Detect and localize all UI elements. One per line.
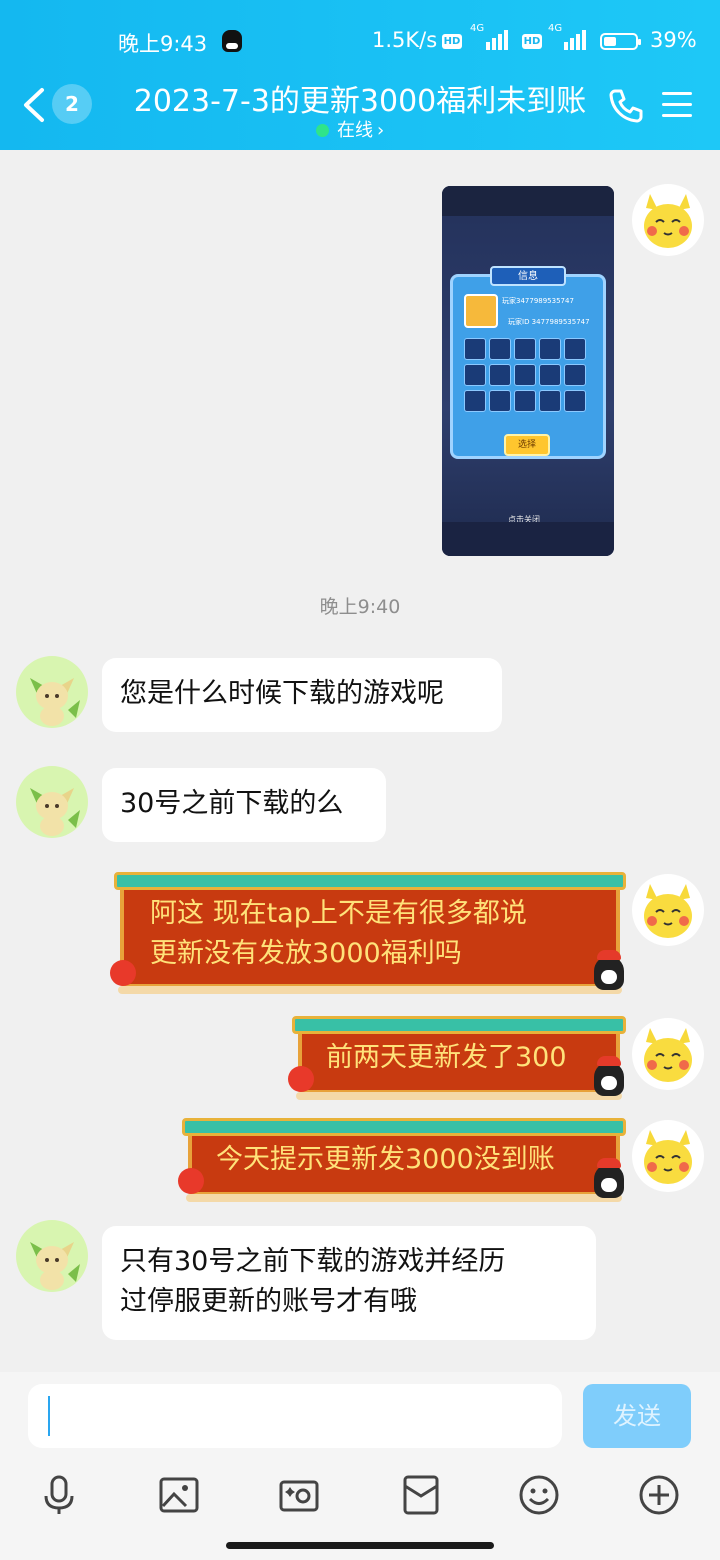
firecracker-decoration-icon	[178, 1168, 204, 1194]
camera-icon[interactable]	[278, 1474, 320, 1516]
message-bubble[interactable]: 只有30号之前下载的游戏并经历 过停服更新的账号才有哦	[102, 1226, 596, 1340]
message-timestamp: 晚上9:40	[319, 596, 401, 618]
avatar[interactable]	[16, 656, 88, 728]
message-text-line: 只有30号之前下载的游戏并经历	[120, 1246, 506, 1277]
send-button[interactable]: 发送	[583, 1384, 691, 1448]
penguin-decoration-icon	[594, 1056, 624, 1096]
hd-volte-icon: HD	[442, 34, 462, 49]
game-avatar-grid	[464, 338, 592, 416]
bubble-frame-top	[114, 872, 626, 890]
status-bar: 晚上9:43 1.5K/s HD 4G HD 4G 39%	[0, 23, 720, 60]
game-player-avatar	[464, 294, 498, 328]
pikachu-avatar-icon	[644, 1028, 692, 1082]
home-indicator[interactable]	[226, 1542, 494, 1549]
bubble-frame-bottom	[118, 986, 622, 994]
hd-volte-icon: HD	[522, 34, 542, 49]
message-text: 前两天更新发了300	[326, 1042, 567, 1073]
message-text: 今天提示更新发3000没到账	[216, 1144, 555, 1175]
message-bubble[interactable]: 您是什么时候下载的游戏呢	[102, 658, 502, 732]
leafeon-avatar-icon	[30, 1242, 80, 1290]
unread-count-badge[interactable]: 2	[52, 84, 92, 124]
avatar[interactable]	[632, 874, 704, 946]
back-arrow-icon[interactable]	[20, 86, 50, 124]
decorated-message-bubble[interactable]: 今天提示更新发3000没到账	[178, 1118, 626, 1202]
text-cursor	[48, 1396, 50, 1436]
game-bottom-bar	[442, 522, 614, 556]
leafeon-avatar-icon	[30, 788, 80, 836]
penguin-decoration-icon	[594, 950, 624, 990]
online-dot-icon	[316, 124, 329, 137]
chat-title[interactable]: 2023-7-3的更新3000福利未到账	[110, 76, 610, 120]
firecracker-decoration-icon	[288, 1066, 314, 1092]
signal-network-label: 4G	[548, 23, 563, 34]
battery-percent: 39%	[650, 28, 697, 52]
chevron-right-icon: ›	[377, 120, 385, 141]
signal-network-label: 4G	[470, 23, 485, 34]
pikachu-avatar-icon	[644, 1130, 692, 1184]
game-player-id: 玩家ID 3477989535747	[508, 318, 590, 326]
presence-status[interactable]: 在线 ›	[316, 116, 384, 142]
decorated-message-bubble[interactable]: 阿这 现在tap上不是有很多都说 更新没有发放3000福利吗	[110, 872, 626, 994]
battery-icon	[600, 33, 641, 50]
image-message[interactable]: 信息 玩家3477989535747 玩家ID 3477989535747 选择…	[442, 186, 614, 556]
message-input[interactable]	[28, 1384, 562, 1448]
image-icon[interactable]	[158, 1474, 200, 1516]
avatar[interactable]	[16, 1220, 88, 1292]
pikachu-avatar-icon	[644, 884, 692, 938]
presence-label: 在线	[337, 120, 373, 141]
decorated-message-bubble[interactable]: 前两天更新发了300	[288, 1016, 626, 1100]
avatar[interactable]	[632, 1120, 704, 1192]
leafeon-avatar-icon	[30, 678, 80, 726]
signal-icon: 4G	[470, 23, 510, 52]
emoji-icon[interactable]	[518, 1474, 560, 1516]
game-player-name: 玩家3477989535747	[502, 297, 574, 305]
red-packet-icon[interactable]	[400, 1474, 442, 1516]
status-time: 晚上9:43	[118, 32, 208, 56]
plus-icon[interactable]	[638, 1474, 680, 1516]
bubble-frame-top	[292, 1016, 626, 1034]
message-text-line: 阿这 现在tap上不是有很多都说	[150, 898, 527, 929]
avatar[interactable]	[632, 184, 704, 256]
bubble-frame-bottom	[296, 1092, 622, 1100]
phone-call-icon[interactable]	[606, 86, 646, 126]
message-text-line: 过停服更新的账号才有哦	[120, 1286, 417, 1317]
message-bubble[interactable]: 30号之前下载的么	[102, 768, 386, 842]
game-panel-title: 信息	[490, 266, 566, 286]
game-top-bar	[442, 186, 614, 216]
qq-notification-icon	[222, 30, 242, 52]
avatar[interactable]	[16, 766, 88, 838]
bubble-frame-bottom	[186, 1194, 622, 1202]
chat-header: 晚上9:43 1.5K/s HD 4G HD 4G 39% 2 2023-7-3…	[0, 0, 720, 150]
microphone-icon[interactable]	[38, 1474, 80, 1516]
message-text-line: 更新没有发放3000福利吗	[150, 938, 462, 969]
menu-icon[interactable]	[662, 90, 692, 118]
firecracker-decoration-icon	[110, 960, 136, 986]
penguin-decoration-icon	[594, 1158, 624, 1198]
game-select-button: 选择	[504, 434, 550, 456]
avatar[interactable]	[632, 1018, 704, 1090]
bubble-frame-top	[182, 1118, 626, 1136]
signal-icon: 4G	[548, 23, 588, 52]
network-speed: 1.5K/s	[372, 28, 438, 52]
pikachu-avatar-icon	[644, 194, 692, 248]
